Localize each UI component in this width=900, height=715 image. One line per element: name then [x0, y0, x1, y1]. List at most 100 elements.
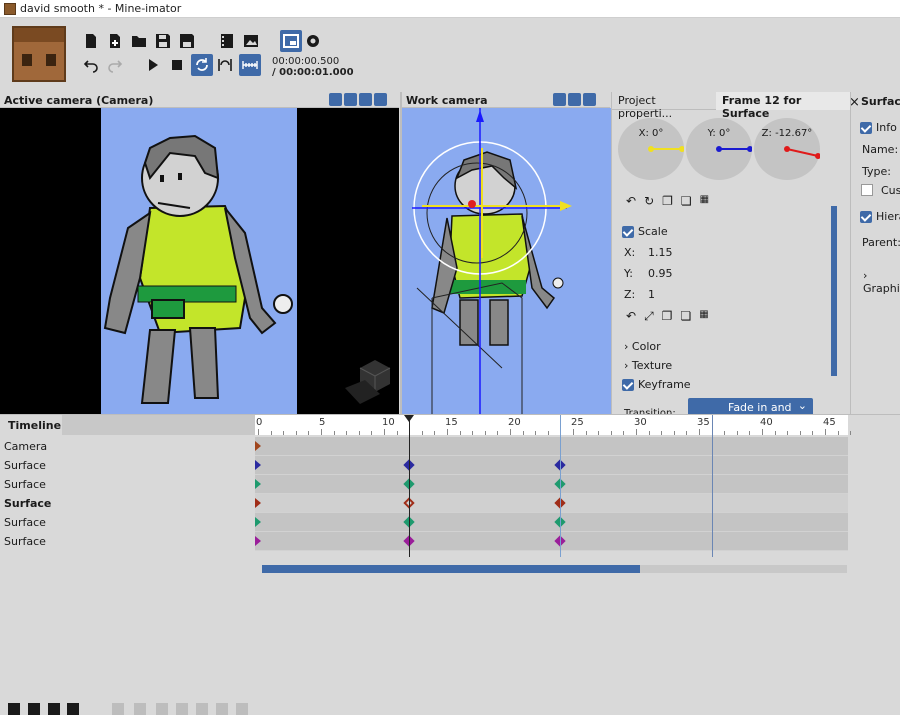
render-movie-icon[interactable]: [218, 32, 236, 50]
reset-icon[interactable]: ↶: [626, 309, 636, 324]
settings-icon[interactable]: [304, 32, 322, 50]
save-timeline-icon[interactable]: [67, 703, 79, 715]
run-icon[interactable]: [134, 703, 146, 715]
copy-icon[interactable]: ❐: [662, 194, 673, 208]
timeline-track[interactable]: [255, 513, 848, 532]
bounce-icon[interactable]: [216, 56, 234, 74]
export-icon[interactable]: [236, 703, 248, 715]
timeline-row[interactable]: Surface: [0, 513, 848, 532]
paste-icon[interactable]: ❏: [680, 309, 691, 324]
work-camera-viewport[interactable]: Work camera: [400, 92, 612, 414]
effects-icon[interactable]: [583, 93, 596, 106]
timeline-row[interactable]: Surface: [0, 456, 848, 475]
render-mode-icon[interactable]: [329, 93, 342, 106]
scale-x-field[interactable]: 1.15: [648, 246, 673, 259]
color-section[interactable]: › Color: [624, 340, 661, 353]
play-icon[interactable]: [144, 56, 162, 74]
save-icon[interactable]: [154, 32, 172, 50]
properties-scroll-thumb[interactable]: [831, 206, 837, 376]
object-panel-title: Surface: [861, 95, 900, 108]
timeline-header: Timeline: [0, 415, 255, 435]
timeline-start-marker: [255, 479, 261, 489]
active-camera-canvas[interactable]: [0, 108, 399, 414]
hierarchy-checkbox[interactable]: [860, 211, 872, 223]
timeline-row[interactable]: Camera: [0, 437, 848, 456]
effects-icon[interactable]: [359, 93, 372, 106]
active-camera-viewport[interactable]: Active camera (Camera): [0, 92, 399, 414]
ruler-label: 25: [571, 417, 584, 428]
ruler-tick: [598, 431, 600, 435]
info-checkbox[interactable]: [860, 122, 872, 134]
timeline-track[interactable]: [255, 532, 848, 551]
rotation-x-dial[interactable]: X: 0°: [618, 118, 684, 180]
ruler-tick: [736, 431, 738, 435]
ruler-tick: [686, 431, 688, 435]
save-as-icon[interactable]: [178, 32, 196, 50]
texture-section[interactable]: › Texture: [624, 359, 672, 372]
timeline-track[interactable]: [255, 475, 848, 494]
redo-icon[interactable]: [106, 56, 124, 74]
render-image-icon[interactable]: [242, 32, 260, 50]
timeline-ruler[interactable]: 0 5 10 15 20 25 30 35 40 45: [255, 415, 852, 435]
walk-icon[interactable]: [112, 703, 124, 715]
graphics-section[interactable]: › Graphics: [863, 269, 900, 295]
keyframe-checkbox[interactable]: [622, 379, 634, 391]
ruler-tick: [699, 429, 700, 435]
undo-icon[interactable]: [82, 56, 100, 74]
window-icon[interactable]: [280, 30, 302, 52]
tab-frame-properties[interactable]: Frame 12 for Surface: [716, 92, 850, 120]
ruler-tick: [547, 431, 549, 435]
copy-icon[interactable]: ❐: [662, 309, 673, 324]
render-mode-icon[interactable]: [553, 93, 566, 106]
copy-keyframe-icon[interactable]: [156, 703, 168, 715]
timeline-track[interactable]: [255, 494, 848, 513]
close-icon[interactable]: [374, 93, 387, 106]
scale-y-field[interactable]: 0.95: [648, 267, 673, 280]
timeline-track[interactable]: [255, 456, 848, 475]
rotation-z-dial[interactable]: Z: -12.67°: [754, 118, 820, 180]
camera-view-icon[interactable]: [538, 93, 551, 106]
new-project-icon[interactable]: [82, 32, 100, 50]
stop-icon[interactable]: [168, 56, 186, 74]
cut-icon[interactable]: [176, 703, 188, 715]
rotation-actions: ↶ ↻ ❐ ❏ ▦: [626, 194, 709, 208]
timeline-row[interactable]: Surface: [0, 475, 848, 494]
timeline-scroll-thumb[interactable]: [262, 565, 640, 573]
camera-view-icon[interactable]: [314, 93, 327, 106]
timeline-row[interactable]: Surface: [0, 532, 848, 551]
work-camera-canvas[interactable]: [402, 108, 612, 414]
ruler-tick: [623, 431, 625, 435]
timeline-tab[interactable]: Timeline: [0, 415, 62, 435]
rotation-y-dial[interactable]: Y: 0°: [686, 118, 752, 180]
add-timeline-icon[interactable]: [8, 703, 20, 715]
more-icon[interactable]: [598, 93, 611, 106]
new-folder-icon[interactable]: [28, 703, 40, 715]
resize-icon[interactable]: ⤢: [644, 309, 654, 324]
playhead[interactable]: [404, 415, 415, 577]
custom-checkbox[interactable]: [861, 184, 873, 196]
loop-icon[interactable]: [191, 54, 213, 76]
close-icon[interactable]: ×: [851, 95, 860, 110]
timeline-marker-icon[interactable]: [239, 54, 261, 76]
texture-label: Texture: [631, 359, 673, 372]
ruler-tick: [358, 431, 360, 435]
open-folder-icon[interactable]: [130, 32, 148, 50]
scale-z-field[interactable]: 1: [648, 288, 655, 301]
ruler-tick: [270, 431, 272, 435]
name-label: Name:: [862, 143, 899, 156]
scale-checkbox[interactable]: [622, 226, 634, 238]
shading-icon[interactable]: [344, 93, 357, 106]
shading-icon[interactable]: [568, 93, 581, 106]
paste-keyframe-icon[interactable]: [196, 703, 208, 715]
paste-icon[interactable]: ❏: [681, 194, 692, 208]
delete-icon[interactable]: [48, 703, 60, 715]
reset-icon[interactable]: ↶: [626, 194, 636, 208]
grid-icon[interactable]: ▦: [700, 194, 709, 208]
new-file-icon[interactable]: [106, 32, 124, 50]
timeline-track[interactable]: [255, 437, 848, 456]
duplicate-icon[interactable]: [216, 703, 228, 715]
grid-icon[interactable]: ▦: [699, 309, 708, 324]
rotate-icon[interactable]: ↻: [644, 194, 654, 208]
timeline-row[interactable]: Surface: [0, 494, 848, 513]
tab-project-properties[interactable]: Project properti...: [612, 92, 716, 120]
